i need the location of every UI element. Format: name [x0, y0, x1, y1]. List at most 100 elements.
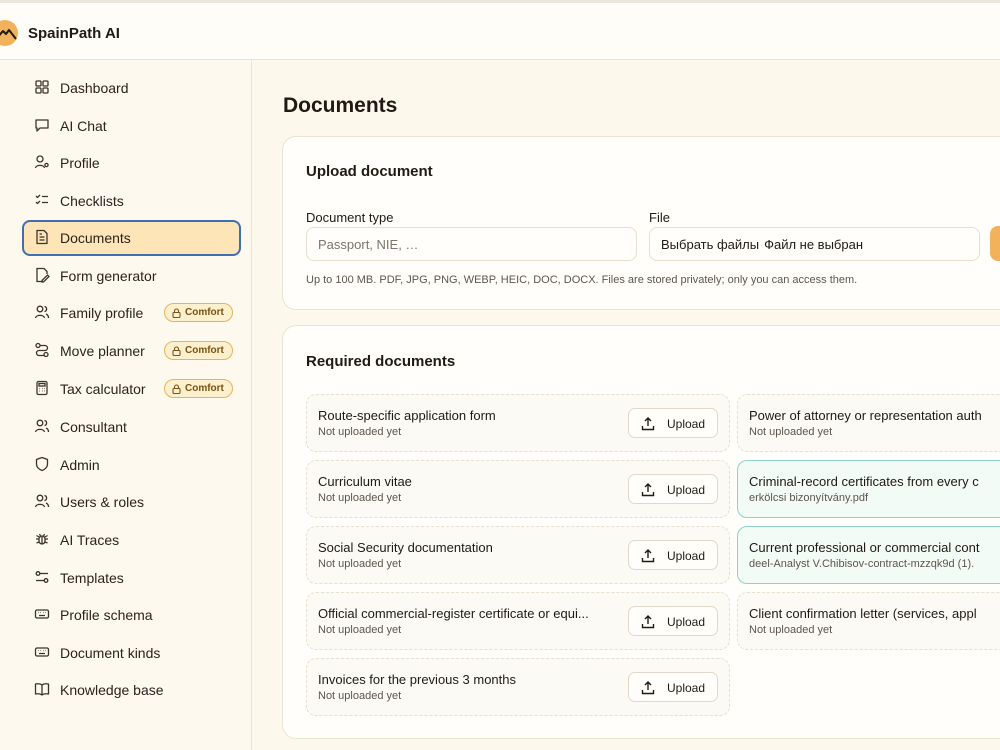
- card-title: Upload document: [306, 163, 433, 180]
- sidebar-item-documents[interactable]: Documents: [22, 220, 241, 256]
- logo-icon: [0, 20, 18, 46]
- required-doc-item: Power of attorney or representation auth…: [737, 394, 1000, 452]
- badge-label: Comfort: [185, 383, 224, 394]
- page-title: Documents: [283, 94, 398, 117]
- sidebar-item-label: Profile: [60, 155, 100, 171]
- choose-files-button[interactable]: Выбрать файлы: [661, 237, 759, 252]
- required-doc-item-uploaded: Current professional or commercial cont …: [737, 526, 1000, 584]
- sidebar-item-knowledge-base[interactable]: Knowledge base: [22, 672, 241, 708]
- sidebar-item-users-roles[interactable]: Users & roles: [22, 484, 241, 520]
- upload-label: Upload: [667, 615, 706, 629]
- sidebar-item-consultant[interactable]: Consultant: [22, 409, 241, 445]
- sidebar-item-label: Admin: [60, 457, 100, 473]
- form-edit-icon: [36, 267, 50, 283]
- lock-icon: [172, 345, 181, 356]
- doc-name: Criminal-record certificates from every …: [749, 474, 979, 489]
- upload-button[interactable]: Upload: [628, 540, 718, 570]
- document-icon: [36, 229, 48, 245]
- grid-icon: [35, 80, 49, 94]
- sidebar-item-checklists[interactable]: Checklists: [22, 183, 241, 219]
- doc-filename[interactable]: erkölcsi bizonyítvány.pdf: [749, 492, 868, 504]
- upload-hint: Up to 100 MB. PDF, JPG, PNG, WEBP, HEIC,…: [306, 274, 858, 286]
- doc-name: Route-specific application form: [318, 408, 496, 423]
- sidebar-item-profile[interactable]: Profile: [22, 145, 241, 181]
- users-icon: [34, 305, 50, 319]
- doc-name: Power of attorney or representation auth: [749, 408, 982, 423]
- document-type-input[interactable]: Passport, NIE, …: [306, 227, 637, 261]
- lock-icon: [172, 383, 181, 394]
- required-doc-item: Social Security documentation Not upload…: [306, 526, 730, 584]
- sidebar-item-family-profile[interactable]: Family profile Comfort: [22, 295, 241, 331]
- doc-name: Curriculum vitae: [318, 474, 412, 489]
- sidebar-item-label: Dashboard: [60, 80, 129, 96]
- sidebar-item-label: Family profile: [60, 305, 144, 321]
- required-doc-item: Route-specific application form Not uplo…: [306, 394, 730, 452]
- doc-name: Invoices for the previous 3 months: [318, 672, 516, 687]
- upload-label: Upload: [667, 483, 706, 497]
- sidebar-item-templates[interactable]: Templates: [22, 560, 241, 596]
- upload-label: Upload: [667, 549, 706, 563]
- doc-status: Not uploaded yet: [749, 624, 833, 636]
- chat-icon: [35, 119, 49, 132]
- sidebar-item-ai-chat[interactable]: AI Chat: [22, 108, 241, 144]
- upload-label: Upload: [667, 417, 706, 431]
- doc-status: Not uploaded yet: [318, 624, 402, 636]
- upload-button[interactable]: Upload: [628, 408, 718, 438]
- upload-icon: [641, 417, 655, 431]
- sidebar-item-label: Form generator: [60, 268, 157, 284]
- sidebar-item-form-generator[interactable]: Form generator: [22, 258, 241, 294]
- document-type-label: Document type: [306, 210, 394, 225]
- required-doc-item: Curriculum vitae Not uploaded yet Upload: [306, 460, 730, 518]
- doc-name: Social Security documentation: [318, 540, 493, 555]
- sidebar-item-document-kinds[interactable]: Document kinds: [22, 635, 241, 671]
- sidebar-item-move-planner[interactable]: Move planner Comfort: [22, 333, 241, 369]
- sidebar-item-label: Checklists: [60, 193, 124, 209]
- doc-filename[interactable]: deel-Analyst V.Chibisov-contract-mzzqk9d…: [749, 558, 1000, 570]
- upload-button[interactable]: Upload: [628, 672, 718, 702]
- upload-button[interactable]: Upload: [628, 606, 718, 636]
- sidebar-item-profile-schema[interactable]: Profile schema: [22, 597, 241, 633]
- sidebar-item-tax-calculator[interactable]: Tax calculator Comfort: [22, 371, 241, 407]
- sidebar-item-label: Users & roles: [60, 494, 145, 510]
- calculator-icon: [36, 380, 48, 396]
- doc-name: Official commercial-register certificate…: [318, 606, 589, 621]
- file-status: Файл не выбран: [764, 236, 864, 252]
- sidebar-item-label: Consultant: [60, 419, 127, 435]
- sidebar-item-ai-traces[interactable]: AI Traces: [22, 522, 241, 558]
- doc-name: Current professional or commercial cont: [749, 540, 980, 555]
- required-doc-item-uploaded: Criminal-record certificates from every …: [737, 460, 1000, 518]
- main-content: Documents Upload document Document type …: [253, 61, 1000, 750]
- comfort-badge: Comfort: [164, 341, 233, 360]
- file-input[interactable]: Выбрать файлы Файл не выбран: [649, 227, 980, 261]
- keyboard-icon: [34, 647, 50, 657]
- required-doc-item: Client confirmation letter (services, ap…: [737, 592, 1000, 650]
- doc-status: Not uploaded yet: [318, 426, 402, 438]
- upload-icon: [641, 483, 655, 497]
- doc-status: Not uploaded yet: [318, 558, 402, 570]
- sidebar-item-admin[interactable]: Admin: [22, 447, 241, 483]
- upload-submit-button[interactable]: [990, 226, 1000, 261]
- file-label: File: [649, 210, 670, 225]
- upload-button[interactable]: Upload: [628, 474, 718, 504]
- upload-icon: [641, 549, 655, 563]
- sidebar-item-dashboard[interactable]: Dashboard: [22, 70, 241, 106]
- badge-label: Comfort: [185, 345, 224, 356]
- upload-document-card: Upload document Document type Passport, …: [282, 136, 1000, 310]
- required-doc-item: Invoices for the previous 3 months Not u…: [306, 658, 730, 716]
- sidebar-item-label: Tax calculator: [60, 381, 146, 397]
- doc-name: Client confirmation letter (services, ap…: [749, 606, 977, 621]
- top-bar: SpainPath AI: [0, 0, 1000, 60]
- document-type-placeholder: Passport, NIE, …: [318, 236, 419, 252]
- keyboard-icon: [34, 609, 50, 619]
- doc-status: Not uploaded yet: [318, 690, 402, 702]
- required-documents-card: Required documents Route-specific applic…: [282, 325, 1000, 739]
- sidebar-item-label: Documents: [60, 230, 131, 246]
- sliders-icon: [35, 571, 49, 583]
- sidebar-item-label: Templates: [60, 570, 124, 586]
- sidebar-item-label: AI Traces: [60, 532, 120, 548]
- comfort-badge: Comfort: [164, 379, 233, 398]
- bug-icon: [36, 533, 48, 545]
- brand-name[interactable]: SpainPath AI: [28, 25, 120, 42]
- doc-status: Not uploaded yet: [318, 492, 402, 504]
- required-doc-item: Official commercial-register certificate…: [306, 592, 730, 650]
